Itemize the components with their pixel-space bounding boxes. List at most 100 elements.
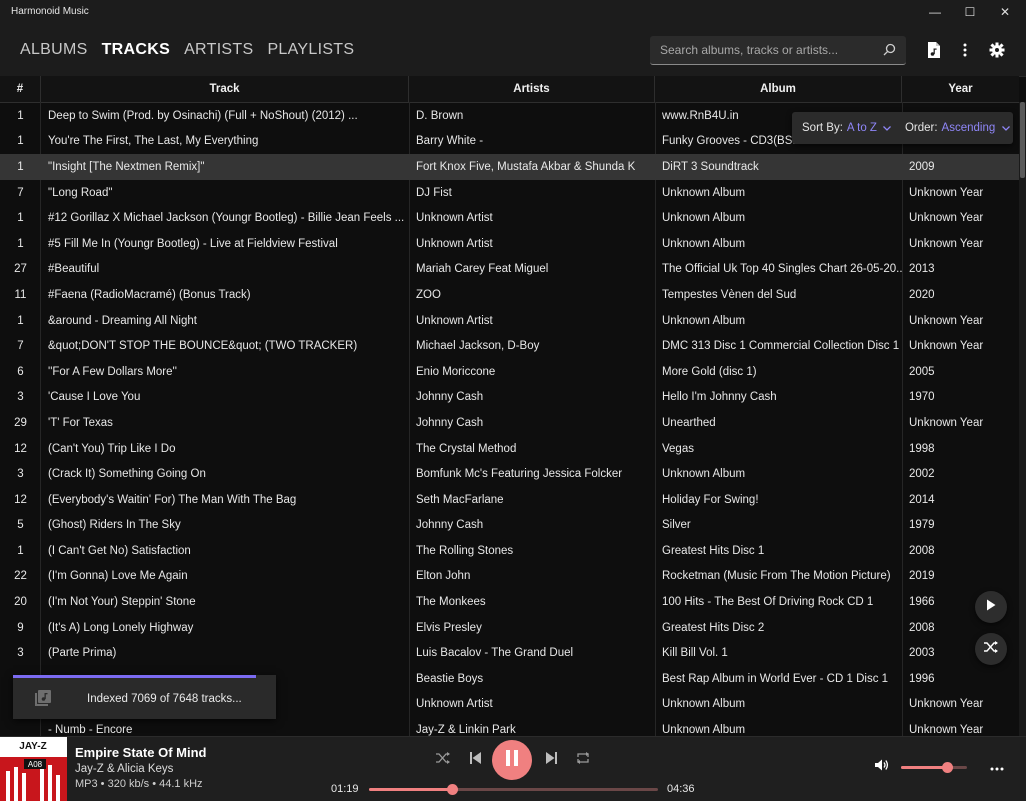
tab-tracks[interactable]: TRACKS: [102, 41, 170, 59]
track-artists: Michael Jackson, D-Boy: [416, 340, 540, 353]
track-title: #Beautiful: [48, 263, 100, 276]
now-playing-artist[interactable]: Jay-Z & Alicia Keys: [75, 763, 173, 775]
search-icon[interactable]: [883, 43, 896, 61]
table-row[interactable]: 5 (Ghost) Riders In The Sky Johnny Cash Sil…: [0, 513, 1019, 539]
column-header-number[interactable]: #: [0, 76, 41, 102]
column-header-year[interactable]: Year: [902, 76, 1019, 102]
repeat-button[interactable]: [573, 750, 593, 770]
track-artists: The Rolling Stones: [416, 544, 514, 557]
column-header-album[interactable]: Album: [655, 76, 902, 102]
table-row[interactable]: 12 (Everybody's Waitin' For) The Man With…: [0, 487, 1019, 513]
table-row[interactable]: 6 ''For A Few Dollars More'' Enio Moriccon…: [0, 359, 1019, 385]
table-row[interactable]: 7 "Long Road" DJ Fist Unknown Album Unknown …: [0, 180, 1019, 206]
table-row[interactable]: 3 (Crack It) Something Going On Bomfunk Mc…: [0, 461, 1019, 487]
track-year: Unknown Year: [909, 314, 984, 327]
track-album: Greatest Hits Disc 2: [662, 621, 765, 634]
track-title: (Can't You) Trip Like I Do: [48, 442, 176, 455]
order-label: Order:: [904, 122, 938, 134]
order-dropdown[interactable]: Ascending: [942, 122, 996, 134]
search-box[interactable]: [650, 36, 906, 65]
track-title: "Insight [The Nextmen Remix]": [48, 160, 205, 173]
indexing-progress-bar: [13, 675, 256, 678]
table-row[interactable]: 12 (Can't You) Trip Like I Do The Crystal …: [0, 436, 1019, 462]
indexing-status: Indexed 7069 of 7648 tracks...: [87, 693, 242, 705]
table-row[interactable]: 1 &around - Dreaming All Night Unknown Art…: [0, 308, 1019, 334]
chevron-down-icon[interactable]: [1002, 122, 1011, 134]
track-album: DMC 313 Disc 1 Commercial Collection Dis…: [662, 340, 900, 353]
file-music-icon[interactable]: [924, 40, 944, 60]
sort-by-dropdown[interactable]: A to Z: [847, 122, 877, 134]
seek-slider[interactable]: [369, 784, 658, 795]
seek-slider-fill: [369, 788, 452, 791]
track-title: (I'm Gonna) Love Me Again: [48, 570, 188, 583]
table-row[interactable]: 22 (I'm Gonna) Love Me Again Elton John Roc…: [0, 564, 1019, 590]
table-row[interactable]: 11 #Faena (RadioMacramé) (Bonus Track) ZOO…: [0, 282, 1019, 308]
track-number: 12: [14, 493, 27, 506]
table-row[interactable]: 1 (I Can't Get No) Satisfaction The Rollin…: [0, 538, 1019, 564]
next-button[interactable]: [541, 750, 561, 770]
minimize-button[interactable]: —: [918, 0, 952, 24]
volume-slider[interactable]: [901, 762, 967, 773]
play-all-button[interactable]: [975, 591, 1007, 623]
close-icon: ✕: [999, 5, 1011, 19]
maximize-button[interactable]: ☐: [953, 0, 987, 24]
minimize-icon: —: [929, 5, 941, 19]
repeat-icon: [576, 751, 590, 769]
maximize-icon: ☐: [964, 5, 976, 19]
track-artists: Beastie Boys: [416, 672, 484, 685]
volume-button[interactable]: [872, 757, 892, 777]
track-artists: Seth MacFarlane: [416, 493, 504, 506]
track-number: 22: [14, 570, 27, 583]
track-artists: Unknown Artist: [416, 698, 493, 711]
gear-icon[interactable]: [987, 40, 1007, 60]
track-year: 2014: [909, 493, 935, 506]
tab-albums[interactable]: ALBUMS: [20, 41, 88, 59]
now-playing-meta: MP3 • 320 kb/s • 44.1 kHz: [75, 778, 203, 790]
table-scrollbar[interactable]: [1019, 102, 1026, 736]
album-art-tag: A08: [28, 760, 43, 769]
play-icon: [986, 598, 996, 616]
track-title: (I'm Not Your) Steppin' Stone: [48, 596, 196, 609]
track-number: 3: [17, 647, 24, 660]
column-header-track[interactable]: Track: [41, 76, 409, 102]
table-row[interactable]: 29 'T' For Texas Johnny Cash Unearthed Unkno…: [0, 410, 1019, 436]
track-title: &quot;DON'T STOP THE BOUNCE&quot; (TWO T…: [48, 340, 358, 353]
shuffle-button[interactable]: [433, 750, 453, 770]
previous-button[interactable]: [465, 750, 485, 770]
track-artists: Mariah Carey Feat Miguel: [416, 263, 549, 276]
close-button[interactable]: ✕: [988, 0, 1022, 24]
table-row[interactable]: 1 "Insight [The Nextmen Remix]" Fort Knox …: [0, 154, 1019, 180]
table-row[interactable]: 27 #Beautiful Mariah Carey Feat Miguel The …: [0, 257, 1019, 283]
column-header-artists[interactable]: Artists: [409, 76, 655, 102]
position-time: 01:19: [331, 783, 359, 795]
chevron-down-icon[interactable]: [882, 122, 891, 134]
volume-slider-thumb[interactable]: [942, 762, 954, 773]
search-input[interactable]: [658, 42, 872, 58]
tab-playlists[interactable]: PLAYLISTS: [267, 41, 354, 59]
track-title: - Numb - Encore: [48, 724, 133, 736]
track-year: Unknown Year: [909, 416, 984, 429]
table-row[interactable]: 9 (It's A) Long Lonely Highway Elvis Presl…: [0, 615, 1019, 641]
now-playing-title[interactable]: Empire State Of Mind: [75, 745, 206, 760]
seek-slider-thumb[interactable]: [446, 784, 458, 795]
table-row[interactable]: 3 (Parte Prima) Luis Bacalov - The Grand D…: [0, 640, 1019, 666]
more-options-button[interactable]: [987, 757, 1007, 777]
shuffle-all-button[interactable]: [975, 633, 1007, 665]
table-row[interactable]: 7 &quot;DON'T STOP THE BOUNCE&quot; (TWO …: [0, 333, 1019, 359]
table-row[interactable]: 3 'Cause I Love You Johnny Cash Hello I'm J…: [0, 385, 1019, 411]
now-playing-bar: A08 JAY-Z Empire State Of Mind Jay-Z & A…: [0, 736, 1026, 801]
table-row[interactable]: - Numb - Encore Jay-Z & Linkin Park Unknow…: [0, 717, 1019, 736]
more-horizontal-icon: [990, 758, 1004, 776]
table-row[interactable]: 20 (I'm Not Your) Steppin' Stone The Monke…: [0, 589, 1019, 615]
album-art[interactable]: A08 JAY-Z: [0, 737, 67, 801]
pause-button[interactable]: [492, 740, 532, 780]
tab-artists[interactable]: ARTISTS: [184, 41, 253, 59]
scrollbar-thumb[interactable]: [1020, 102, 1025, 178]
track-year: 2002: [909, 468, 935, 481]
track-title: (It's A) Long Lonely Highway: [48, 621, 194, 634]
table-row[interactable]: 1 #5 Fill Me In (Youngr Bootleg) - Live a…: [0, 231, 1019, 257]
more-vertical-icon[interactable]: [955, 40, 975, 60]
app-header: ALBUMS TRACKS ARTISTS PLAYLISTS: [0, 24, 1026, 77]
table-row[interactable]: 1 #12 Gorillaz X Michael Jackson (Youngr …: [0, 205, 1019, 231]
track-year: 1998: [909, 442, 935, 455]
